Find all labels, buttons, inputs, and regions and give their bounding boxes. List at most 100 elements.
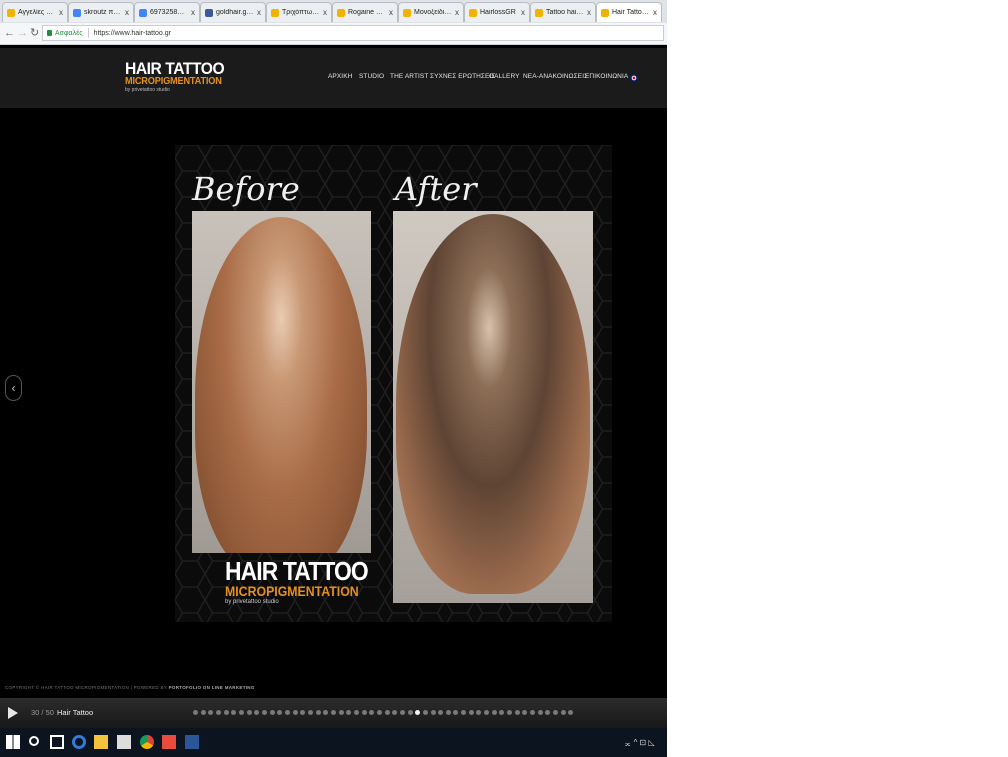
browser-tab[interactable]: goldhair.gr - Arx [200, 2, 266, 22]
close-icon[interactable]: x [653, 8, 657, 17]
slide-dot[interactable] [407, 710, 413, 715]
slide-dot[interactable] [461, 710, 467, 715]
slide-dot[interactable] [499, 710, 505, 715]
slide-dot[interactable] [346, 710, 352, 715]
browser-tab[interactable]: skroutz προσφx [68, 2, 134, 22]
slide-dot[interactable] [193, 710, 198, 715]
menu-item-gallery[interactable]: GALLERY [489, 73, 520, 80]
slide-dot[interactable] [438, 710, 444, 715]
slide-dot[interactable] [223, 710, 229, 715]
tab-title: skroutz προσφ [84, 9, 122, 16]
slide-dot[interactable] [246, 710, 252, 715]
system-tray[interactable]: ᆽ ^ ⊡ ◺ [624, 737, 655, 748]
slide-dot[interactable] [507, 710, 513, 715]
slide-dot[interactable] [384, 710, 390, 715]
slide-dot[interactable] [254, 710, 260, 715]
slide-dot[interactable] [323, 710, 329, 715]
slide-dot[interactable] [476, 710, 482, 715]
slide-dot[interactable] [315, 710, 321, 715]
reload-icon[interactable]: ↻ [30, 26, 39, 40]
browser-tab[interactable]: Hair Tattoo Micx [596, 2, 662, 22]
slide-dot[interactable] [239, 710, 244, 715]
powered-by-link[interactable]: PORTOFOLIO ON LINE MARKETING [169, 685, 255, 690]
slide-dot[interactable] [430, 710, 436, 715]
slide-dot[interactable] [208, 710, 214, 715]
slide-dot[interactable] [537, 710, 543, 715]
app-icon[interactable] [162, 735, 176, 749]
url-text: https://www.hair-tattoo.gr [93, 29, 171, 37]
slide-dot[interactable] [330, 710, 336, 715]
menu-item-studio[interactable]: STUDIO [359, 73, 384, 80]
browser-tab[interactable]: Tattoo hair repx [530, 2, 596, 22]
slide-dot[interactable] [399, 710, 405, 715]
search-icon[interactable] [29, 736, 39, 746]
close-icon[interactable]: x [455, 8, 459, 17]
mail-icon[interactable] [117, 735, 131, 749]
close-icon[interactable]: x [389, 8, 393, 17]
slide-dot[interactable] [261, 710, 267, 715]
menu-item-contact[interactable]: ΕΠΙΚΟΙΝΩΝΙΑ [585, 73, 628, 80]
close-icon[interactable]: x [191, 8, 195, 17]
slide-dot[interactable] [468, 710, 474, 715]
slide-dot[interactable] [361, 710, 367, 715]
slide-dot[interactable] [522, 710, 528, 715]
slide-dot[interactable] [277, 710, 283, 715]
slide-dot[interactable] [216, 710, 221, 715]
slide-dot[interactable] [292, 710, 298, 715]
forward-icon[interactable]: → [17, 26, 28, 40]
browser-tab[interactable]: Τριχόπτωση καx [266, 2, 332, 22]
menu-item-faq[interactable]: ΣΥΧΝΕΣ ΕΡΩΤΗΣΕΙΣ [430, 73, 496, 80]
windows-start-icon[interactable] [6, 735, 20, 749]
back-icon[interactable]: ← [4, 26, 15, 40]
slide-dot[interactable] [284, 710, 290, 715]
chevron-left-icon[interactable]: ‹ [5, 375, 22, 401]
url-input[interactable]: Ασφαλές https://www.hair-tattoo.gr [42, 25, 664, 41]
slide-dot[interactable] [445, 710, 451, 715]
google-icon [139, 8, 147, 17]
slide-dot[interactable] [415, 710, 421, 715]
browser-tab[interactable]: Μονοξείδιο Καx [398, 2, 464, 22]
browser-tab[interactable]: 6973258205 - xx [134, 2, 200, 22]
slide-dot[interactable] [514, 710, 520, 715]
file-explorer-icon[interactable] [94, 735, 108, 749]
close-icon[interactable]: x [257, 8, 261, 17]
slide-dot[interactable] [484, 710, 490, 715]
menu-item-artist[interactable]: THE ARTIST [390, 73, 428, 80]
slide-dot[interactable] [491, 710, 497, 715]
menu-item-news[interactable]: ΝΕΑ-ΑΝΑΚΟΙΝΩΣΕΙΣ [523, 73, 588, 80]
slide-dot[interactable] [231, 710, 237, 715]
edge-icon[interactable] [72, 735, 86, 749]
slide-dot[interactable] [530, 710, 535, 715]
chrome-icon[interactable] [140, 735, 154, 749]
uk-flag-icon[interactable] [630, 74, 638, 82]
slide-dot[interactable] [453, 710, 459, 715]
slide-dot[interactable] [353, 710, 359, 715]
slide-dot[interactable] [553, 710, 558, 715]
close-icon[interactable]: x [323, 8, 327, 17]
logo-byline: by privetattoo studio [125, 87, 170, 93]
slide-dot[interactable] [338, 710, 344, 715]
browser-tab[interactable]: Αγγελίες Μεταx [2, 2, 68, 22]
slide-dot[interactable] [369, 710, 375, 715]
slide-dot[interactable] [568, 710, 574, 715]
slide-dot[interactable] [307, 710, 313, 715]
slide-dot[interactable] [300, 710, 306, 715]
slide-dot[interactable] [269, 710, 275, 715]
close-icon[interactable]: x [587, 8, 591, 17]
close-icon[interactable]: x [521, 8, 525, 17]
task-view-icon[interactable] [50, 735, 64, 749]
slide-dot[interactable] [422, 710, 428, 715]
omnibox-divider [87, 28, 89, 38]
browser-tab[interactable]: HairlossGR x [464, 2, 530, 22]
slide-dot[interactable] [200, 710, 206, 715]
close-icon[interactable]: x [59, 8, 63, 17]
slide-dot[interactable] [392, 710, 398, 715]
slide-dot[interactable] [560, 710, 566, 715]
browser-tab[interactable]: Rogaine αγοράx [332, 2, 398, 22]
play-icon[interactable] [8, 707, 18, 719]
close-icon[interactable]: x [125, 8, 129, 17]
menu-item-home[interactable]: ΑΡΧΙΚΗ [328, 73, 352, 80]
word-icon[interactable] [185, 735, 199, 749]
slide-dot[interactable] [376, 710, 382, 715]
slide-dot[interactable] [545, 710, 551, 715]
